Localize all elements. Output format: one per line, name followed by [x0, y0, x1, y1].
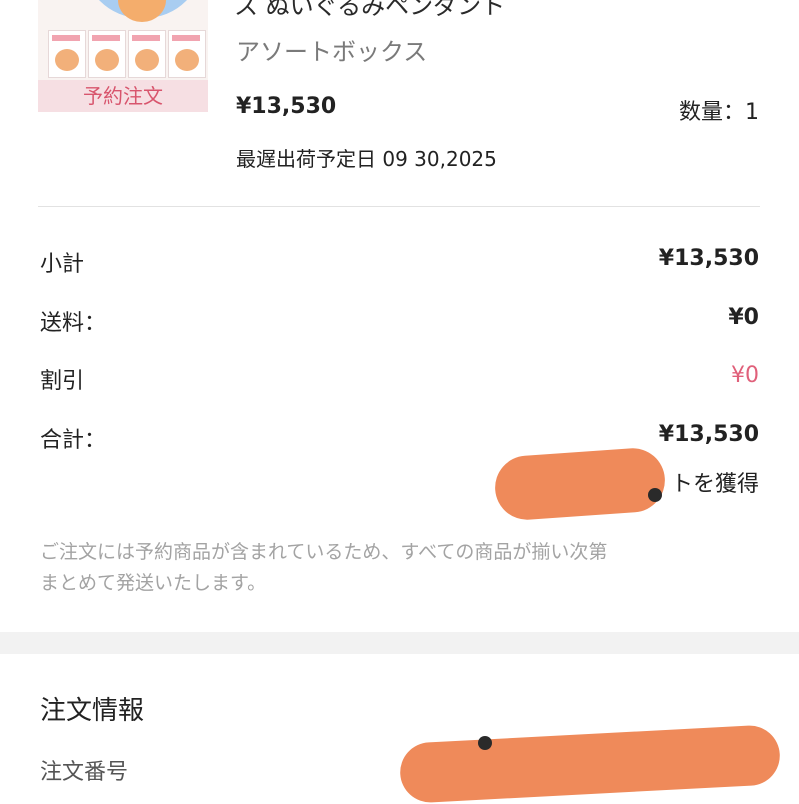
- preorder-tag: 予約注文: [38, 80, 208, 112]
- product-title[interactable]: ス ぬいぐるみペンダント: [234, 0, 505, 21]
- total-value: ¥13,530: [658, 422, 759, 447]
- redaction-dot: [478, 736, 492, 750]
- discount-value: ¥0: [731, 363, 759, 388]
- product-price: ¥13,530: [236, 94, 337, 119]
- redaction-mark: [492, 446, 668, 522]
- order-info-title: 注文情報: [40, 696, 145, 726]
- product-image: [38, 0, 208, 80]
- total-label: 合計：: [40, 428, 107, 453]
- discount-label: 割引: [40, 369, 85, 394]
- redaction-dot: [648, 488, 662, 502]
- shipping-value: ¥0: [728, 305, 759, 330]
- product-thumbnail[interactable]: 予約注文: [38, 0, 208, 112]
- points-earned-text: トを獲得: [670, 472, 759, 497]
- shipping-label: 送料：: [40, 311, 107, 336]
- product-box-graphic: [48, 30, 86, 78]
- subtotal-label: 小計: [40, 252, 85, 277]
- order-number-label: 注文番号: [40, 760, 129, 785]
- plush-head-graphic: [118, 0, 166, 22]
- redaction-mark: [398, 724, 782, 804]
- ship-date: 最遅出荷予定日 09 30,2025: [236, 147, 497, 171]
- section-separator: [0, 632, 799, 654]
- product-box-graphic: [88, 30, 126, 78]
- product-box-graphic: [168, 30, 206, 78]
- preorder-shipping-note: ご注文には予約商品が含まれているため、すべての商品が揃い次第 まとめて発送いたし…: [40, 537, 762, 599]
- divider: [38, 206, 760, 207]
- product-box-graphic: [128, 30, 166, 78]
- subtotal-value: ¥13,530: [658, 246, 759, 271]
- product-quantity: 数量：1: [679, 100, 759, 125]
- note-line: ご注文には予約商品が含まれているため、すべての商品が揃い次第: [40, 541, 608, 563]
- note-line: まとめて発送いたします。: [40, 572, 267, 594]
- product-variant: アソートボックス: [236, 38, 428, 66]
